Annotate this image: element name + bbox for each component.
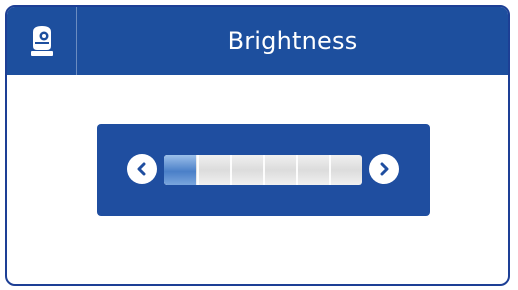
camera-icon <box>30 26 53 56</box>
slider-segment-divider <box>197 155 199 185</box>
slider-segment-divider <box>230 155 232 185</box>
slider-segment-divider <box>263 155 265 185</box>
slider-segment-divider <box>329 155 331 185</box>
increase-brightness-button[interactable] <box>369 154 399 184</box>
decrease-brightness-button[interactable] <box>127 154 157 184</box>
brightness-dialog: Brightness <box>5 5 510 286</box>
camera-icon-box <box>7 7 77 75</box>
slider-segment-divider <box>296 155 298 185</box>
page-title: Brightness <box>227 27 358 55</box>
brightness-slider[interactable] <box>164 155 362 185</box>
brightness-control <box>97 124 430 216</box>
chevron-left-icon <box>137 162 146 176</box>
title-bar: Brightness <box>7 7 508 75</box>
brightness-level-fill <box>164 155 196 185</box>
chevron-right-icon <box>380 162 389 176</box>
